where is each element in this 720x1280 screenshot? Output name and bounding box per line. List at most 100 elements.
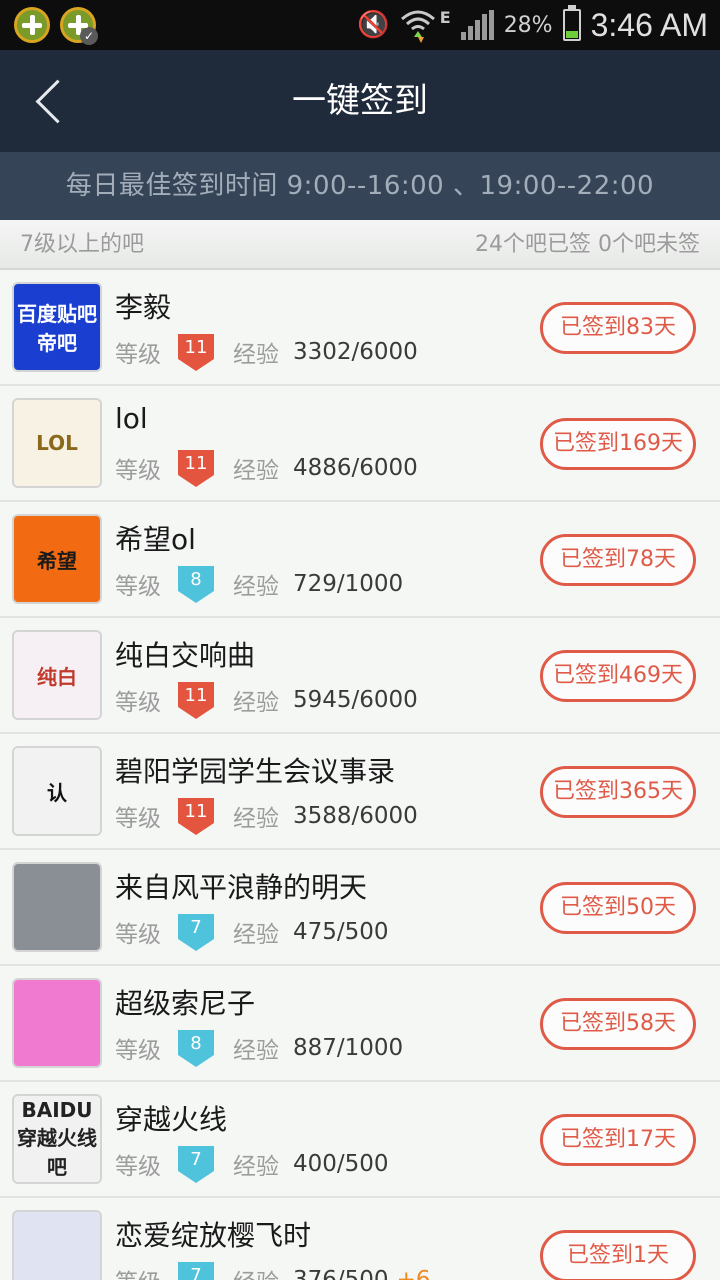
level-label: 等级 [115,690,161,716]
experience-label: 经验 [233,574,279,600]
wifi-icon [400,10,435,43]
level-badge: 11 [175,679,217,721]
forum-name: 穿越火线 [115,1103,228,1136]
experience-value: 4886/6000 [293,455,418,481]
forum-name: 碧阳学园学生会议事录 [115,755,396,788]
list-item[interactable]: 认 碧阳学园学生会议事录 等级 11 经验 3588/6000 已签到365天 [0,734,720,850]
experience-label: 经验 [233,458,279,484]
level-badge: 11 [175,331,217,373]
signed-days-button[interactable]: 已签到17天 [540,1114,696,1166]
forum-meta: 等级 11 经验 3588/6000 [115,795,418,837]
forum-name: 超级索尼子 [115,987,256,1020]
list-item[interactable]: 超级索尼子 等级 8 经验 887/1000 已签到58天 [0,966,720,1082]
forum-name: 李毅 [115,291,172,324]
sign-summary: 24个吧已签 0个吧未签 [475,232,700,257]
section-title: 7级以上的吧 [20,232,144,257]
forum-meta: 等级 11 经验 3302/6000 [115,331,418,373]
network-type: E [439,8,451,27]
signed-days-button[interactable]: 已签到58天 [540,998,696,1050]
forum-name: 纯白交响曲 [115,639,256,672]
forum-meta: 等级 7 经验 400/500 [115,1143,389,1185]
forum-avatar: 纯白 [12,630,102,720]
forum-meta: 等级 7 经验 376/500 +6 [115,1262,430,1280]
level-label: 等级 [115,922,161,948]
signed-days-button[interactable]: 已签到83天 [540,302,696,354]
section-header: 7级以上的吧 24个吧已签 0个吧未签 [0,220,720,270]
forum-meta: 等级 8 经验 887/1000 [115,1027,404,1069]
list-item[interactable]: 百度贴吧 帝吧 李毅 等级 11 经验 3302/6000 已签到83天 [0,270,720,386]
list-item[interactable]: 恋爱绽放樱飞时 等级 7 经验 376/500 +6 已签到1天 [0,1198,720,1280]
experience-label: 经验 [233,690,279,716]
page-title: 一键签到 [292,81,428,121]
forum-list: 百度贴吧 帝吧 李毅 等级 11 经验 3302/6000 已签到83天 LOL… [0,270,720,1280]
experience-label: 经验 [233,922,279,948]
app-plus-icon [14,7,50,43]
battery-icon [562,5,581,41]
status-bar: ✓ 🔇 E 28% 3:46 AM [0,0,720,50]
level-label: 等级 [115,1263,161,1280]
experience-label: 经验 [233,1263,279,1280]
status-icons: 🔇 E 28% 3:46 AM [357,0,708,50]
level-badge: 11 [175,795,217,837]
level-badge: 7 [175,1259,217,1280]
forum-avatar [12,978,102,1068]
experience-label: 经验 [233,1154,279,1180]
signed-days-button[interactable]: 已签到1天 [540,1230,696,1280]
list-item[interactable]: 纯白 纯白交响曲 等级 11 经验 5945/6000 已签到469天 [0,618,720,734]
level-label: 等级 [115,1154,161,1180]
level-label: 等级 [115,574,161,600]
mute-icon: 🔇 [357,10,390,40]
forum-name: 恋爱绽放樱飞时 [115,1219,312,1252]
forum-name: 来自风平浪静的明天 [115,871,368,904]
forum-meta: 等级 11 经验 5945/6000 [115,679,418,721]
forum-avatar: 希望 [12,514,102,604]
experience-value: 400/500 [293,1151,389,1177]
experience-value: 3302/6000 [293,339,418,365]
forum-name: lol [115,402,148,435]
level-label: 等级 [115,806,161,832]
best-time-banner: 每日最佳签到时间 9:00--16:00 、19:00--22:00 [0,152,720,220]
signed-days-button[interactable]: 已签到365天 [540,766,696,818]
list-item[interactable]: 希望 希望ol 等级 8 经验 729/1000 已签到78天 [0,502,720,618]
level-badge: 11 [175,447,217,489]
forum-avatar: 认 [12,746,102,836]
notification-icons: ✓ [14,7,98,45]
experience-value: 887/1000 [293,1035,404,1061]
level-badge: 8 [175,1027,217,1069]
forum-name: 希望ol [115,523,196,556]
signed-days-button[interactable]: 已签到169天 [540,418,696,470]
experience-bonus: +6 [396,1267,431,1280]
forum-avatar [12,1210,102,1280]
forum-avatar: LOL [12,398,102,488]
experience-value: 376/500 [293,1267,389,1280]
list-item[interactable]: LOL lol 等级 11 经验 4886/6000 已签到169天 [0,386,720,502]
experience-value: 729/1000 [293,571,404,597]
forum-meta: 等级 7 经验 475/500 [115,911,389,953]
experience-value: 475/500 [293,919,389,945]
level-badge: 7 [175,911,217,953]
forum-meta: 等级 8 经验 729/1000 [115,563,404,605]
signed-days-button[interactable]: 已签到50天 [540,882,696,934]
signal-icon [460,10,494,40]
forum-avatar: BAIDU 穿越火线吧 [12,1094,102,1184]
signed-days-button[interactable]: 已签到78天 [540,534,696,586]
app-plus-check-icon: ✓ [60,7,98,45]
level-label: 等级 [115,458,161,484]
level-label: 等级 [115,1038,161,1064]
list-item[interactable]: BAIDU 穿越火线吧 穿越火线 等级 7 经验 400/500 已签到17天 [0,1082,720,1198]
level-badge: 8 [175,563,217,605]
level-label: 等级 [115,342,161,368]
experience-label: 经验 [233,806,279,832]
experience-label: 经验 [233,1038,279,1064]
forum-meta: 等级 11 经验 4886/6000 [115,447,418,489]
level-badge: 7 [175,1143,217,1185]
title-bar: 一键签到 [0,50,720,152]
experience-label: 经验 [233,342,279,368]
experience-value: 5945/6000 [293,687,418,713]
clock: 3:46 AM [590,6,708,43]
signed-days-button[interactable]: 已签到469天 [540,650,696,702]
list-item[interactable]: 来自风平浪静的明天 等级 7 经验 475/500 已签到50天 [0,850,720,966]
experience-value: 3588/6000 [293,803,418,829]
forum-avatar [12,862,102,952]
forum-avatar: 百度贴吧 帝吧 [12,282,102,372]
